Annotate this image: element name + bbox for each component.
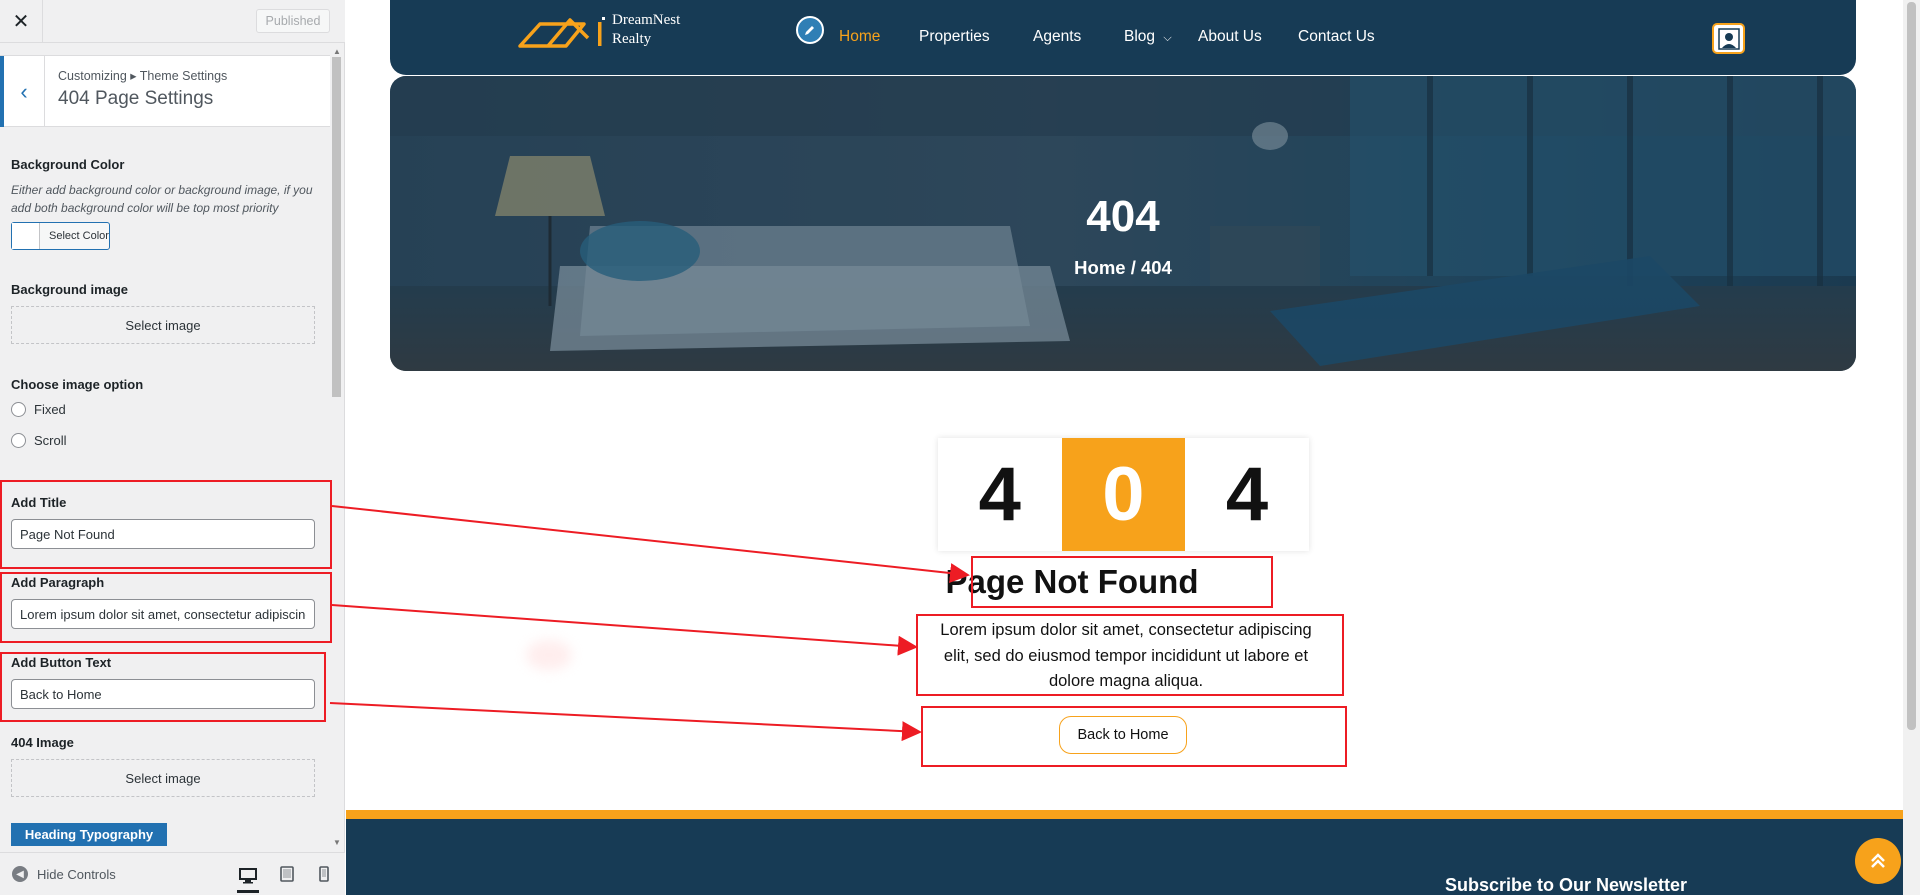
radio-fixed-label: Fixed (34, 402, 66, 417)
chevron-down-icon: ⌵ (1163, 32, 1172, 44)
nav-contact[interactable]: Contact Us (1298, 28, 1375, 46)
hero-banner: 404 Home / 404 (390, 76, 1856, 371)
preview-scrollbar[interactable] (1903, 0, 1920, 895)
select-color-button[interactable]: Select Color (11, 222, 110, 250)
annotation-box-preview-button (921, 706, 1347, 767)
published-button: Published (256, 9, 330, 33)
scroll-to-top-icon[interactable] (1855, 838, 1901, 884)
edit-pencil-icon[interactable] (796, 16, 824, 44)
radio-circle (11, 402, 26, 417)
heading-typography-button[interactable]: Heading Typography (11, 823, 167, 846)
nav-about[interactable]: About Us (1198, 28, 1262, 46)
customizer-controls[interactable]: ‹ Customizing ▸ Theme Settings 404 Page … (0, 43, 345, 852)
desktop-icon[interactable] (237, 861, 259, 893)
digit-1: 4 (978, 452, 1021, 537)
bg-color-label: Background Color (11, 157, 125, 172)
annotation-box-title (0, 480, 332, 569)
site-navbar: DreamNest Realty Home Properties Agents … (390, 0, 1856, 75)
customizer-sidebar: ✕ Published ‹ Customizing ▸ Theme Settin… (0, 0, 345, 895)
error-code-digits: 4 0 4 (938, 438, 1309, 551)
scroll-up-icon[interactable]: ▲ (333, 47, 341, 56)
close-icon[interactable]: ✕ (0, 0, 43, 43)
back-arrow-icon[interactable]: ‹ (0, 56, 45, 127)
sidebar-scrollbar[interactable]: ▲ ▼ (331, 47, 342, 847)
logo-line-1: DreamNest (612, 12, 681, 28)
radio-circle (11, 433, 26, 448)
site-preview: DreamNest Realty Home Properties Agents … (346, 0, 1920, 895)
tablet-icon[interactable] (276, 863, 298, 885)
site-logo[interactable]: DreamNest Realty (518, 11, 680, 49)
image-404-label: 404 Image (11, 735, 74, 750)
newsletter-heading: Subscribe to Our Newsletter (1445, 875, 1688, 895)
collapse-icon: ◀ (12, 866, 28, 882)
digit-2: 0 (1061, 438, 1186, 551)
image-option-label: Choose image option (11, 377, 144, 392)
annotation-box-paragraph (0, 572, 332, 643)
hero-title: 404 (1086, 192, 1160, 241)
bg-image-label: Background image (11, 282, 129, 297)
radio-scroll[interactable]: Scroll (11, 433, 67, 448)
user-avatar-icon[interactable] (1712, 23, 1745, 54)
section-title: 404 Page Settings (58, 88, 214, 109)
nav-properties[interactable]: Properties (919, 28, 990, 46)
logo-text: DreamNest Realty (612, 11, 680, 49)
nav-agents[interactable]: Agents (1033, 28, 1081, 46)
hero-breadcrumb[interactable]: Home / 404 (390, 257, 1856, 279)
radio-fixed[interactable]: Fixed (11, 402, 66, 417)
nav-blog-label: Blog (1124, 28, 1156, 45)
logo-line-2: Realty (612, 31, 652, 47)
bg-color-description: Either add background color or backgroun… (11, 183, 313, 215)
radio-scroll-label: Scroll (34, 433, 67, 448)
select-bg-image-button[interactable]: Select image (11, 306, 315, 344)
scrollbar-thumb[interactable] (332, 57, 341, 397)
nav-home[interactable]: Home (839, 28, 880, 46)
preview-scrollbar-thumb[interactable] (1907, 2, 1916, 730)
scroll-down-icon[interactable]: ▼ (333, 838, 341, 847)
decorative-blob (526, 640, 572, 670)
digit-3: 4 (1225, 452, 1269, 537)
select-404-image-button[interactable]: Select image (11, 759, 315, 797)
customizer-footer: ◀ Hide Controls (0, 852, 345, 895)
annotation-box-preview-paragraph (916, 614, 1344, 696)
mobile-icon[interactable] (313, 863, 335, 885)
annotation-box-preview-title (971, 556, 1273, 608)
hide-controls-label: Hide Controls (37, 866, 116, 882)
breadcrumb: Customizing ▸ Theme Settings (58, 69, 228, 83)
annotation-box-button (0, 652, 326, 722)
select-color-label: Select Color (49, 230, 109, 242)
nav-blog[interactable]: Blog ⌵ (1124, 28, 1172, 46)
color-swatch (12, 223, 40, 249)
section-header: ‹ Customizing ▸ Theme Settings 404 Page … (0, 55, 330, 127)
logo-house-icon (518, 17, 605, 48)
hide-controls-button[interactable]: ◀ Hide Controls (12, 866, 116, 882)
customizer-header: ✕ Published (0, 0, 345, 43)
